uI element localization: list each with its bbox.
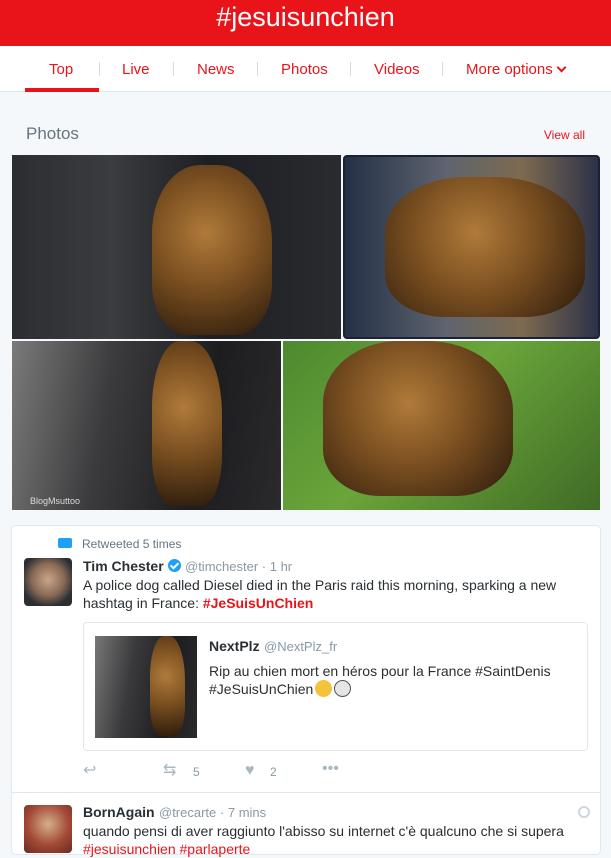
tab-separator	[173, 62, 174, 76]
hashtag-link[interactable]: #JeSuisUnChien	[203, 595, 313, 611]
tweet-body: A police dog called Diesel died in the P…	[83, 577, 557, 611]
header-bar: #jesuisunchien	[0, 0, 611, 46]
crying-face-icon	[315, 680, 333, 697]
tweet-text: A police dog called Diesel died in the P…	[83, 576, 583, 612]
avatar[interactable]	[24, 558, 72, 606]
dog-figure	[150, 636, 185, 736]
quoted-text-line: #JeSuisUnChien	[209, 680, 579, 698]
more-icon[interactable]: •••	[322, 761, 339, 777]
tweet-hashtags: #jesuisunchien #parlaperte	[83, 840, 593, 858]
tweet-time: · 7 mins	[219, 805, 267, 820]
like-icon[interactable]: ♥	[245, 763, 255, 779]
quoted-name-text: NextPlz	[209, 638, 260, 654]
more-options-label: More options	[466, 61, 553, 78]
tab-more-options[interactable]: More options	[466, 61, 567, 78]
photo-watermark: BlogMsuttoo	[30, 496, 81, 506]
tweet-author-handle[interactable]: @timchester · 1 hr	[185, 559, 292, 574]
retweeted-icon	[58, 538, 72, 548]
active-tab-indicator	[25, 88, 99, 92]
handle-text: @trecarte	[159, 805, 217, 820]
retweet-count: 5	[193, 765, 200, 779]
gear-icon[interactable]	[578, 806, 590, 818]
author-name-text: Tim Chester	[83, 558, 164, 574]
retweet-context: Retweeted 5 times	[82, 537, 182, 551]
tab-bar: Top Live News Photos Videos More options	[0, 46, 611, 92]
dog-figure	[385, 177, 585, 317]
photo-dog-grass[interactable]	[283, 341, 600, 510]
dog-figure	[152, 165, 272, 335]
tab-top[interactable]: Top	[49, 61, 73, 78]
quoted-text-line: Rip au chien mort en héros pour la Franc…	[209, 663, 551, 679]
tab-separator	[257, 62, 258, 76]
tweet-author-name[interactable]: Tim Chester	[83, 558, 181, 574]
photo-dog-profile[interactable]	[343, 155, 600, 339]
author-name-text: BornAgain	[83, 804, 155, 820]
tab-videos[interactable]: Videos	[374, 61, 420, 78]
tweet-author-name[interactable]: BornAgain	[83, 804, 155, 820]
tab-separator	[350, 62, 351, 76]
quoted-author-name[interactable]: NextPlz	[209, 638, 260, 654]
dog-figure	[152, 341, 222, 506]
handle-text: @timchester	[185, 559, 259, 574]
dog-figure	[323, 341, 513, 496]
quoted-author-handle[interactable]: @NextPlz_fr	[264, 639, 337, 654]
tweet-time: · 1 hr	[261, 559, 293, 574]
quoted-tweet-image[interactable]	[95, 636, 197, 738]
photo-dog-standing[interactable]	[12, 341, 281, 510]
dog-face-icon	[334, 680, 352, 697]
quoted-hashtag: #JeSuisUnChien	[209, 681, 314, 697]
tab-separator	[99, 62, 100, 76]
tweet-author-handle[interactable]: @trecarte · 7 mins	[159, 805, 266, 820]
verified-icon	[167, 559, 181, 572]
photos-heading: Photos	[26, 124, 79, 143]
hashtag-link[interactable]: #parlaperte	[180, 841, 251, 857]
hashtag-link[interactable]: #jesuisunchien	[83, 841, 176, 857]
tab-news[interactable]: News	[197, 61, 235, 78]
tab-live[interactable]: Live	[122, 61, 150, 78]
tab-separator	[442, 62, 443, 76]
quoted-tweet-text: Rip au chien mort en héros pour la Franc…	[209, 662, 579, 698]
chevron-down-icon	[556, 62, 567, 73]
retweet-icon[interactable]: ⇆	[163, 763, 176, 779]
view-all-link[interactable]: View all	[544, 128, 585, 142]
tab-photos[interactable]: Photos	[281, 61, 328, 78]
reply-icon[interactable]: ↩	[83, 763, 96, 779]
like-count: 2	[270, 765, 277, 779]
avatar[interactable]	[24, 805, 72, 853]
photo-police-dog-line[interactable]	[12, 155, 341, 339]
tweet-divider	[12, 792, 600, 793]
page-title: #jesuisunchien	[216, 2, 395, 32]
tweet-body: quando pensi di aver raggiunto l'abisso …	[83, 823, 564, 839]
